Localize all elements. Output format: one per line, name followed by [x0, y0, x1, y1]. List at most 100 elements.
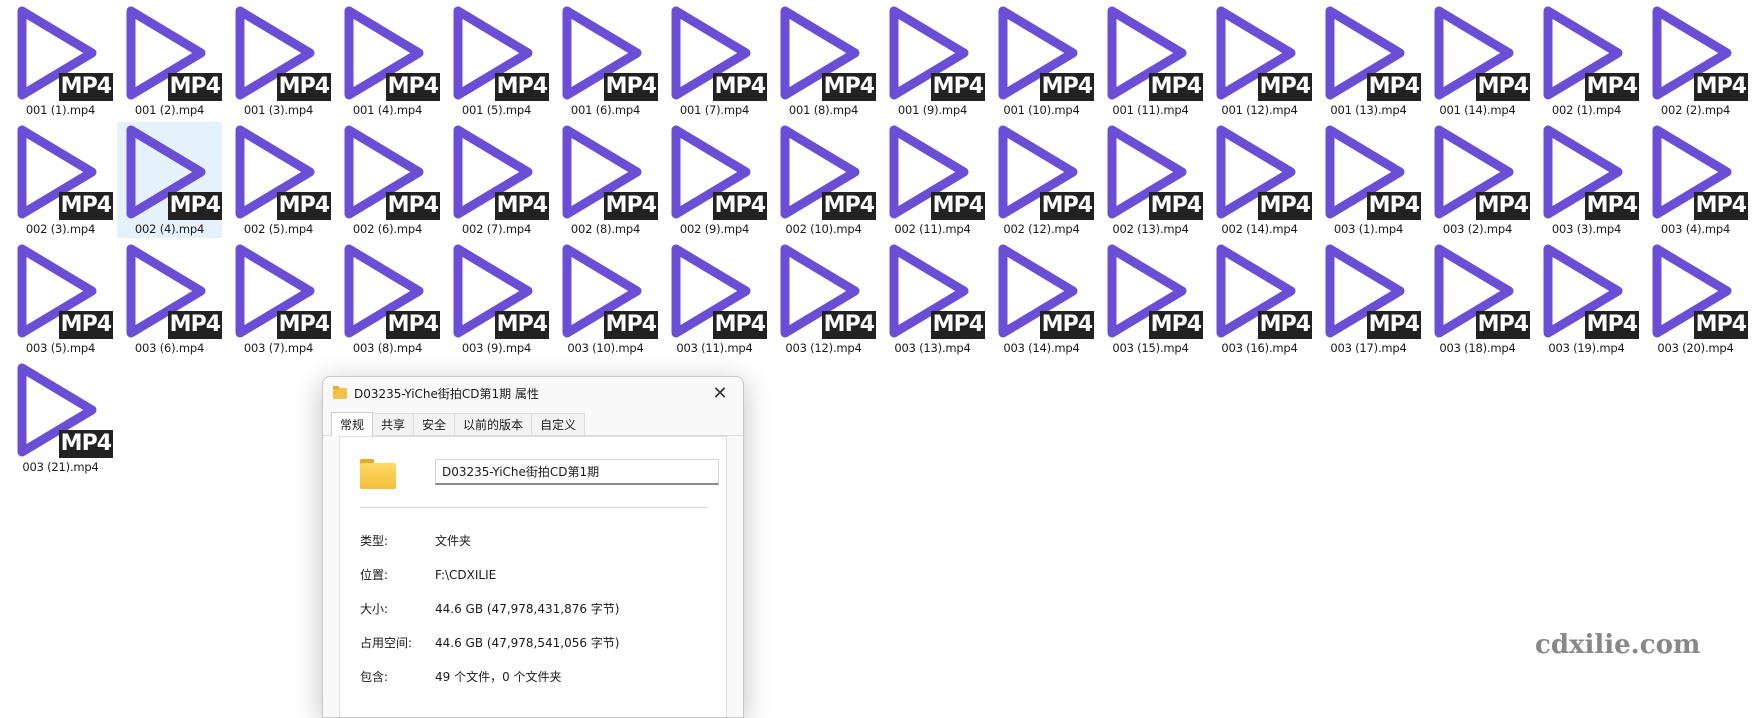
file-name: 003 (13).mp4: [894, 341, 971, 355]
file-item[interactable]: MP4 003 (9).mp4: [444, 241, 549, 357]
mp4-badge: MP4: [1039, 192, 1094, 220]
file-name: 001 (12).mp4: [1221, 103, 1298, 117]
property-label: 大小:: [360, 602, 389, 616]
mp4-badge: MP4: [1148, 192, 1203, 220]
mp4-badge: MP4: [1693, 73, 1748, 101]
file-item[interactable]: MP4 001 (13).mp4: [1316, 3, 1421, 119]
file-item[interactable]: MP4 003 (17).mp4: [1316, 241, 1421, 357]
file-item[interactable]: MP4 002 (1).mp4: [1534, 3, 1639, 119]
property-label: 占用空间:: [360, 636, 413, 650]
mp4-badge: MP4: [1475, 73, 1530, 101]
file-item[interactable]: MP4 002 (9).mp4: [662, 122, 767, 238]
file-name: 002 (7).mp4: [461, 222, 532, 236]
file-name: 002 (12).mp4: [1003, 222, 1080, 236]
file-item[interactable]: MP4 003 (16).mp4: [1207, 241, 1312, 357]
file-item[interactable]: MP4 002 (6).mp4: [335, 122, 440, 238]
file-item[interactable]: MP4 002 (10).mp4: [771, 122, 876, 238]
file-item[interactable]: MP4 001 (4).mp4: [335, 3, 440, 119]
file-item[interactable]: MP4 002 (3).mp4: [8, 122, 113, 238]
folder-icon: [360, 459, 396, 489]
mp4-badge: MP4: [1366, 73, 1421, 101]
dialog-titlebar[interactable]: D03235-YiChe街拍CD第1期 属性 ✕: [323, 377, 743, 409]
file-item[interactable]: MP4 002 (5).mp4: [226, 122, 331, 238]
file-item[interactable]: MP4 001 (10).mp4: [989, 3, 1094, 119]
property-value: 49 个文件，0 个文件夹: [435, 670, 562, 684]
tab-sharing[interactable]: 共享: [372, 413, 415, 435]
file-item[interactable]: MP4 002 (12).mp4: [989, 122, 1094, 238]
file-name: 003 (9).mp4: [461, 341, 532, 355]
mp4-badge: MP4: [167, 192, 222, 220]
folder-name-input[interactable]: [435, 459, 719, 485]
properties-dialog: D03235-YiChe街拍CD第1期 属性 ✕ 常规 共享 安全 以前的版本 …: [322, 376, 744, 718]
file-item[interactable]: MP4 002 (2).mp4: [1643, 3, 1748, 119]
property-value: F:\CDXILIE: [435, 568, 497, 582]
file-item[interactable]: MP4 001 (8).mp4: [771, 3, 876, 119]
mp4-badge: MP4: [1148, 311, 1203, 339]
file-item[interactable]: MP4 001 (9).mp4: [880, 3, 985, 119]
mp4-badge: MP4: [1039, 73, 1094, 101]
file-item[interactable]: MP4 002 (7).mp4: [444, 122, 549, 238]
file-item[interactable]: MP4 001 (2).mp4: [117, 3, 222, 119]
file-item[interactable]: MP4 001 (11).mp4: [1098, 3, 1203, 119]
mp4-badge: MP4: [58, 73, 113, 101]
file-item[interactable]: MP4 003 (15).mp4: [1098, 241, 1203, 357]
file-name: 003 (11).mp4: [676, 341, 753, 355]
file-item[interactable]: MP4 001 (5).mp4: [444, 3, 549, 119]
file-item[interactable]: MP4 003 (3).mp4: [1534, 122, 1639, 238]
file-name: 002 (4).mp4: [134, 222, 205, 236]
file-name: 001 (5).mp4: [461, 103, 532, 117]
mp4-badge: MP4: [1584, 73, 1639, 101]
tab-security[interactable]: 安全: [413, 413, 456, 435]
file-name: 002 (11).mp4: [894, 222, 971, 236]
mp4-badge: MP4: [1366, 311, 1421, 339]
tab-customize[interactable]: 自定义: [531, 413, 586, 435]
mp4-badge: MP4: [385, 73, 440, 101]
file-item[interactable]: MP4 003 (8).mp4: [335, 241, 440, 357]
file-item[interactable]: MP4 003 (19).mp4: [1534, 241, 1639, 357]
file-name: 001 (14).mp4: [1439, 103, 1516, 117]
file-name: 003 (17).mp4: [1330, 341, 1407, 355]
file-item[interactable]: MP4 003 (6).mp4: [117, 241, 222, 357]
file-item[interactable]: MP4 003 (21).mp4: [8, 360, 113, 476]
file-item[interactable]: MP4 001 (6).mp4: [553, 3, 658, 119]
file-item[interactable]: MP4 002 (11).mp4: [880, 122, 985, 238]
file-item[interactable]: MP4 003 (11).mp4: [662, 241, 767, 357]
file-item[interactable]: MP4 003 (5).mp4: [8, 241, 113, 357]
file-item[interactable]: MP4 001 (12).mp4: [1207, 3, 1312, 119]
file-name: 003 (5).mp4: [25, 341, 96, 355]
file-name: 003 (2).mp4: [1442, 222, 1513, 236]
mp4-badge: MP4: [1148, 73, 1203, 101]
file-name: 001 (6).mp4: [570, 103, 641, 117]
file-item[interactable]: MP4 003 (4).mp4: [1643, 122, 1748, 238]
file-item[interactable]: MP4 003 (18).mp4: [1425, 241, 1530, 357]
file-name: 003 (21).mp4: [22, 460, 99, 474]
file-name: 002 (10).mp4: [785, 222, 862, 236]
file-item[interactable]: MP4 001 (3).mp4: [226, 3, 331, 119]
file-item[interactable]: MP4 002 (4).mp4: [117, 122, 222, 238]
file-name: 003 (14).mp4: [1003, 341, 1080, 355]
file-item[interactable]: MP4 003 (14).mp4: [989, 241, 1094, 357]
file-item[interactable]: MP4 002 (8).mp4: [553, 122, 658, 238]
file-item[interactable]: MP4 002 (13).mp4: [1098, 122, 1203, 238]
file-item[interactable]: MP4 003 (20).mp4: [1643, 241, 1748, 357]
file-item[interactable]: MP4 003 (12).mp4: [771, 241, 876, 357]
mp4-badge: MP4: [821, 73, 876, 101]
file-item[interactable]: MP4 003 (10).mp4: [553, 241, 658, 357]
close-button[interactable]: ✕: [707, 383, 733, 404]
file-item[interactable]: MP4 003 (2).mp4: [1425, 122, 1530, 238]
tab-previous-versions[interactable]: 以前的版本: [454, 413, 533, 435]
mp4-badge: MP4: [1257, 73, 1312, 101]
file-item[interactable]: MP4 001 (1).mp4: [8, 3, 113, 119]
file-item[interactable]: MP4 001 (14).mp4: [1425, 3, 1530, 119]
file-item[interactable]: MP4 003 (7).mp4: [226, 241, 331, 357]
tab-general[interactable]: 常规: [331, 412, 374, 436]
file-name: 001 (1).mp4: [25, 103, 96, 117]
mp4-badge: MP4: [1257, 311, 1312, 339]
file-item[interactable]: MP4 003 (1).mp4: [1316, 122, 1421, 238]
file-item[interactable]: MP4 001 (7).mp4: [662, 3, 767, 119]
dialog-title: D03235-YiChe街拍CD第1期 属性: [354, 386, 539, 401]
file-name: 003 (6).mp4: [134, 341, 205, 355]
file-name: 001 (7).mp4: [679, 103, 750, 117]
file-item[interactable]: MP4 002 (14).mp4: [1207, 122, 1312, 238]
file-item[interactable]: MP4 003 (13).mp4: [880, 241, 985, 357]
